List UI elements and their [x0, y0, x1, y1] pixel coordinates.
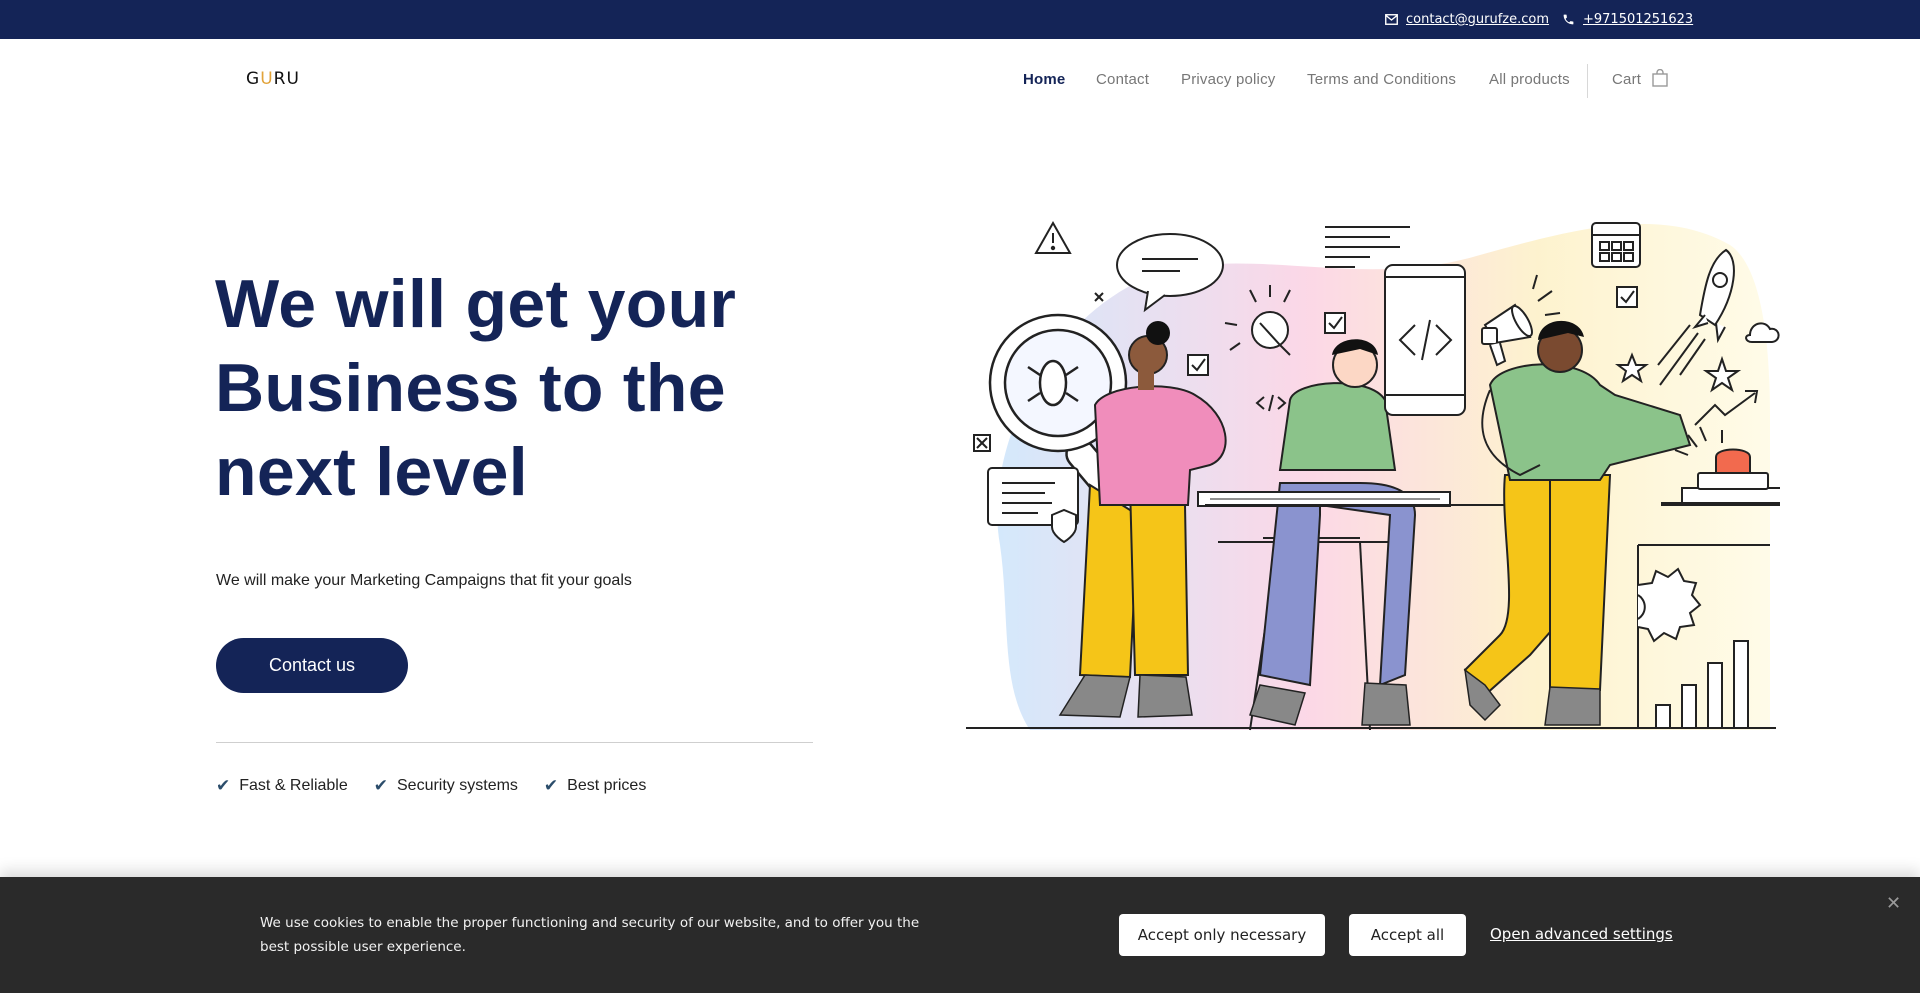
nav-home[interactable]: Home [1023, 71, 1065, 88]
calendar-icon [1591, 222, 1641, 268]
top-contact-bar: contact@gurufze.com +971501251623 [0, 0, 1920, 39]
hero-divider [216, 742, 813, 743]
hero-title-line-2: Business to the [215, 350, 726, 426]
hero-subtitle: We will make your Marketing Campaigns th… [216, 572, 632, 589]
phone-icon [1563, 14, 1574, 25]
site-header: GURU Home Contact Privacy policy Terms a… [0, 39, 1920, 121]
nav-divider [1587, 64, 1588, 98]
cookie-message: We use cookies to enable the proper func… [260, 915, 920, 955]
check-icon: ✔ [543, 776, 559, 795]
nav-terms-and-conditions[interactable]: Terms and Conditions [1307, 71, 1456, 88]
feature-label: Security systems [397, 777, 518, 794]
contact-us-button[interactable]: Contact us [216, 638, 408, 693]
feature-item: ✔ Fast & Reliable [216, 776, 348, 796]
accept-necessary-button[interactable]: Accept only necessary [1119, 914, 1325, 956]
logo-accent-letter: U [260, 69, 274, 89]
check-icon: ✔ [216, 776, 231, 795]
nav-privacy-policy[interactable]: Privacy policy [1181, 71, 1276, 88]
smartphone-code-icon [1384, 264, 1466, 416]
logo-letter: G [246, 69, 261, 89]
mail-icon [1385, 14, 1398, 25]
advanced-settings-link[interactable]: Open advanced settings [1490, 925, 1673, 943]
feature-list: ✔ Fast & Reliable ✔ Security systems ✔ Best… [216, 776, 672, 796]
feature-label: Best prices [567, 777, 647, 794]
email-link[interactable]: contact@gurufze.com [1385, 0, 1549, 39]
check-icon: ✔ [373, 776, 388, 795]
logo-letters: RU [273, 69, 300, 89]
feature-item: ✔ Security systems [374, 776, 518, 796]
shopping-bag-icon[interactable] [1652, 69, 1668, 87]
close-icon[interactable]: ✕ [1886, 893, 1901, 914]
hero-illustration [966, 220, 1780, 731]
nav-cart[interactable]: Cart [1612, 71, 1641, 88]
phone-text: +971501251623 [1583, 12, 1694, 27]
feature-item: ✔ Best prices [544, 776, 646, 796]
hero-title: We will get your Business to the next le… [215, 262, 835, 514]
hero-title-line-3: next level [215, 434, 528, 510]
feature-label: Fast & Reliable [239, 777, 348, 794]
site-logo[interactable]: GURU [246, 69, 300, 89]
nav-contact[interactable]: Contact [1096, 71, 1149, 88]
phone-link[interactable]: +971501251623 [1562, 0, 1693, 39]
email-text: contact@gurufze.com [1406, 12, 1550, 27]
nav-all-products[interactable]: All products [1489, 71, 1570, 88]
warning-icon [1034, 220, 1072, 254]
accept-all-button[interactable]: Accept all [1349, 914, 1466, 956]
cookie-consent-bar: We use cookies to enable the proper func… [0, 877, 1920, 993]
hero-title-line-1: We will get your [215, 266, 737, 342]
